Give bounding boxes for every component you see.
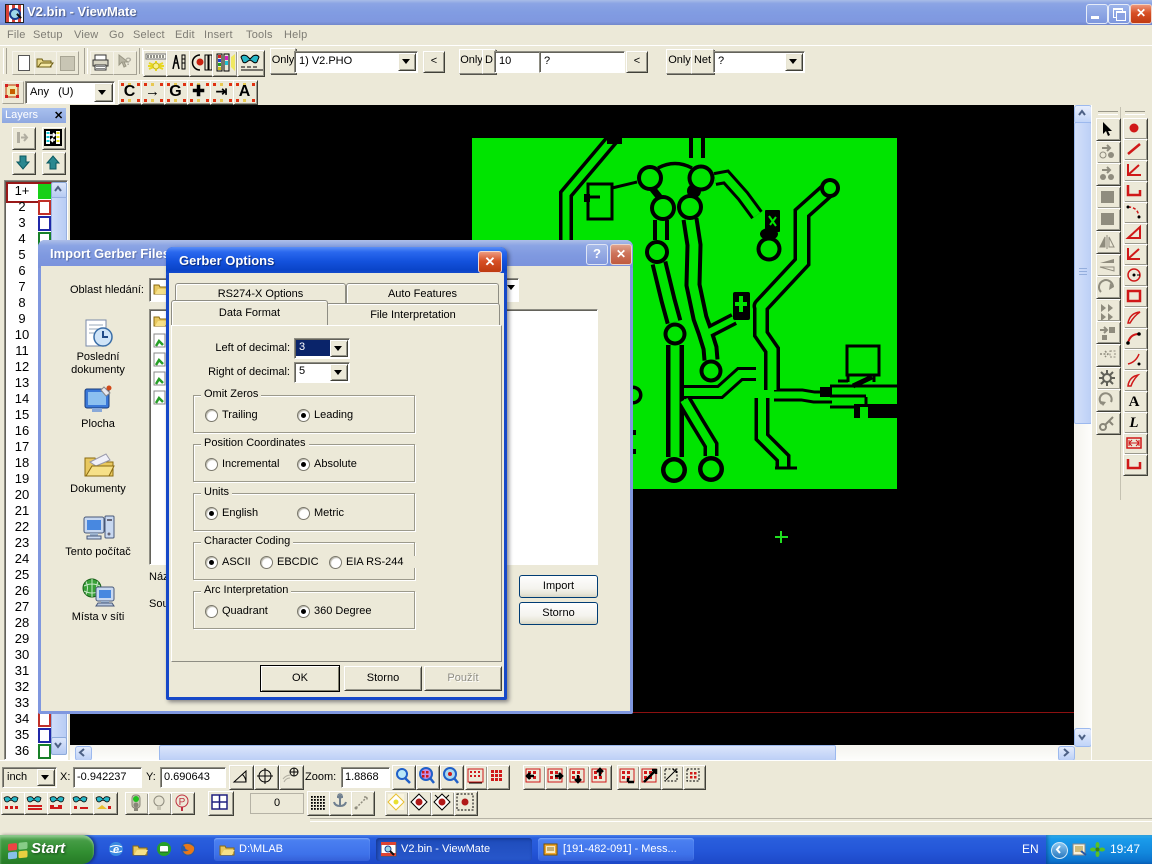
svg-text:A: A — [1129, 394, 1140, 410]
svg-text:P: P — [179, 797, 186, 808]
svg-text:?: ? — [125, 56, 132, 68]
svg-text:L: L — [1128, 415, 1138, 431]
svg-text:e: e — [113, 844, 119, 856]
